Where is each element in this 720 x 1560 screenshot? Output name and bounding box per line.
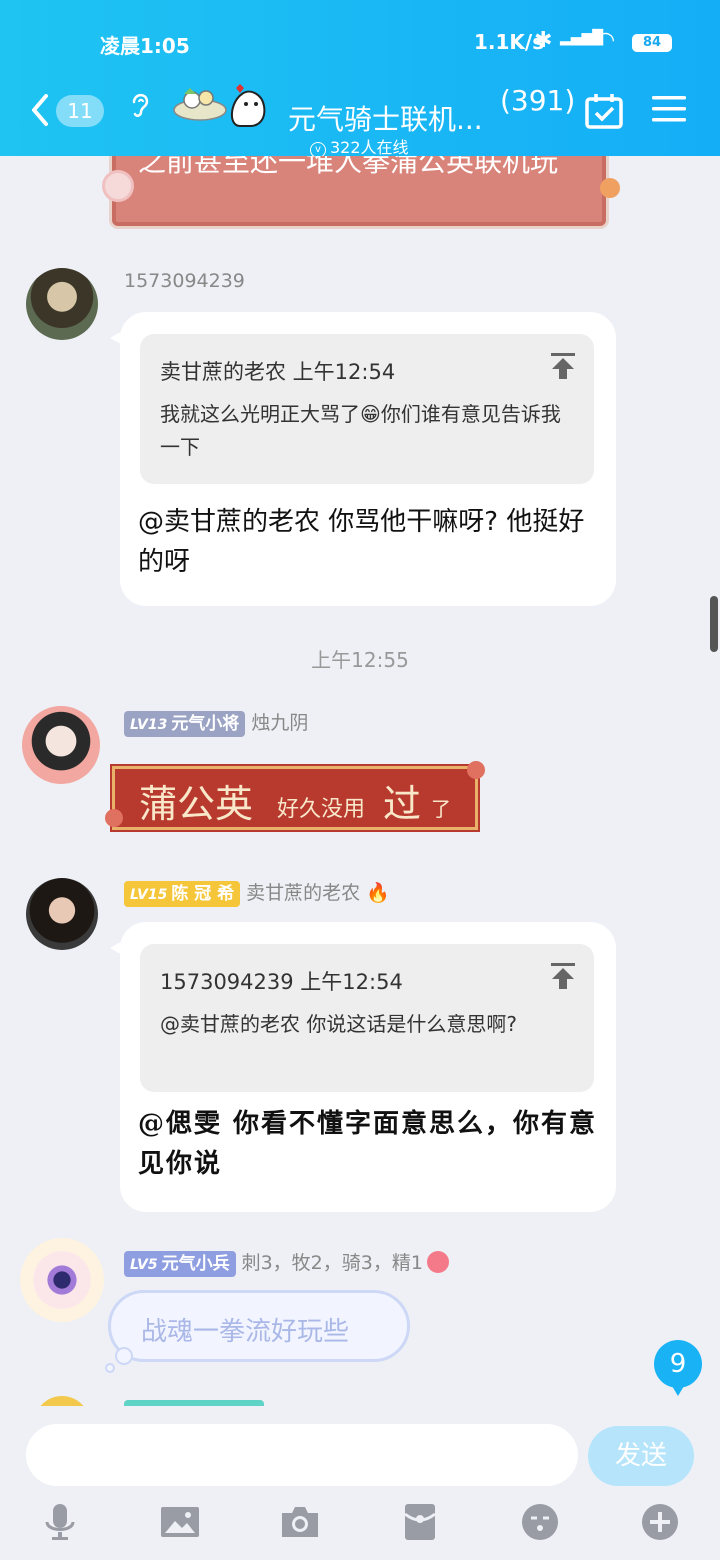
avatar[interactable] [20,1238,104,1322]
camera-icon[interactable] [280,1502,320,1542]
emoji-icon [426,1251,449,1273]
heart-decoration [102,170,134,202]
message-text: @偲雯 你看不懂字面意思么，你有意见你说 [138,1109,598,1179]
image-icon[interactable] [160,1502,200,1542]
quoted-message[interactable]: 1573094239 上午12:54 @卖甘蔗的老农 你说这话是什么意思啊? [140,944,594,1092]
sticker-message: 之前甚至还一堆人拳蒲公英联机玩 [102,156,620,226]
quote-body: 我就这么光明正大骂了😁你们谁有意见告诉我一下 [160,402,561,459]
plus-icon[interactable] [640,1502,680,1542]
chat-area[interactable]: 之前甚至还一堆人拳蒲公英联机玩 1573094239 卖甘蔗的老农 上午12:5… [0,156,720,1406]
input-bar: 发送 [0,1406,720,1560]
banner-text: 了 [431,797,451,821]
banner-text: 好久没用 [277,797,366,822]
dot-decoration [600,178,620,198]
avatar[interactable] [22,706,100,784]
message-bubble[interactable]: 卖甘蔗的老农 上午12:54 我就这么光明正大骂了😁你们谁有意见告诉我一下 @卖… [110,312,616,606]
top-bar: 凌晨1:05 1.1K/s ✱ ▂▄▆█ ◠ 84 11 元气骑士联机... (… [0,0,720,158]
sender-name[interactable]: 刺3，牧2，骑3，精1 [242,1252,423,1274]
sender-name[interactable]: 1573094239 [124,270,245,292]
sticker-message: 蒲公英 好久没用 过 了 [105,761,485,830]
group-title[interactable]: 元气骑士联机... [288,98,483,138]
scrollbar[interactable] [710,596,718,652]
status-bar: 凌晨1:05 1.1K/s ✱ ▂▄▆█ ◠ 84 [0,28,720,58]
cloud-bubble[interactable]: 战魂一拳流好玩些 [105,1290,410,1373]
message-input[interactable] [26,1424,578,1486]
sender-line: LV15 陈 冠 希卖甘蔗的老农 🔥 [124,878,390,907]
sender-line: LV13 元气小将 烛九阴 [124,708,308,737]
battery-indicator: 84 [632,34,672,52]
avatar[interactable] [26,878,98,950]
flower-decoration [105,809,123,827]
bubble-decoration [105,1363,115,1373]
member-count: (391) [500,84,576,117]
quote-body: @卖甘蔗的老农 你说这话是什么意思啊? [160,1012,517,1036]
unread-chats-badge[interactable]: 11 [56,95,104,127]
level-badge: LV15 陈 冠 希 [124,881,241,907]
quoted-message[interactable]: 卖甘蔗的老农 上午12:54 我就这么光明正大骂了😁你们谁有意见告诉我一下 [140,334,594,484]
quote-header: 卖甘蔗的老农 上午12:54 [160,360,396,384]
flower-decoration [467,761,485,779]
microphone-icon[interactable] [40,1502,80,1542]
sender-line: LV5 元气小兵 刺3，牧2，骑3，精1 [124,1248,449,1277]
banner-text: 过 [383,782,422,826]
bubble-decoration [115,1347,133,1365]
jump-to-top-icon[interactable] [550,352,576,380]
send-button[interactable]: 发送 [588,1426,694,1486]
ear-icon[interactable] [128,88,152,120]
calendar-check-icon[interactable] [584,92,624,130]
group-avatar[interactable] [170,80,274,130]
avatar[interactable] [26,268,98,340]
emoji-icon[interactable] [520,1502,560,1542]
red-packet-icon[interactable] [400,1502,440,1542]
quote-header: 1573094239 上午12:54 [160,970,403,994]
menu-icon[interactable] [652,94,686,124]
timestamp: 上午12:55 [311,648,409,672]
sticker-text: 之前甚至还一堆人拳蒲公英联机玩 [138,156,559,178]
online-count[interactable]: v 322人在线 [310,134,409,158]
avatar[interactable] [34,1396,90,1406]
sender-name[interactable]: 卖甘蔗的老农 [246,882,360,904]
level-badge: LV5 元气小兵 [124,1251,236,1277]
back-icon[interactable] [26,90,56,130]
level-badge: LV13 元气小将 [124,711,246,737]
fire-icon: 🔥 [366,882,390,904]
message-text: @卖甘蔗的老农 你骂他干嘛呀? 他挺好的呀 [138,507,585,577]
status-time: 凌晨1:05 [100,34,190,58]
message-text: 战魂一拳流好玩些 [141,1317,350,1347]
jump-to-top-icon[interactable] [550,962,576,990]
wifi-icon: ◠ [596,28,616,53]
sender-name[interactable]: 烛九阴 [251,712,308,734]
bluetooth-icon: ✱ [534,28,553,53]
message-bubble[interactable]: 1573094239 上午12:54 @卖甘蔗的老农 你说这话是什么意思啊? @… [110,922,616,1212]
banner-text: 蒲公英 [139,782,254,826]
online-label: 322人在线 [330,138,409,157]
unread-message-badge[interactable]: 9 [654,1340,702,1396]
